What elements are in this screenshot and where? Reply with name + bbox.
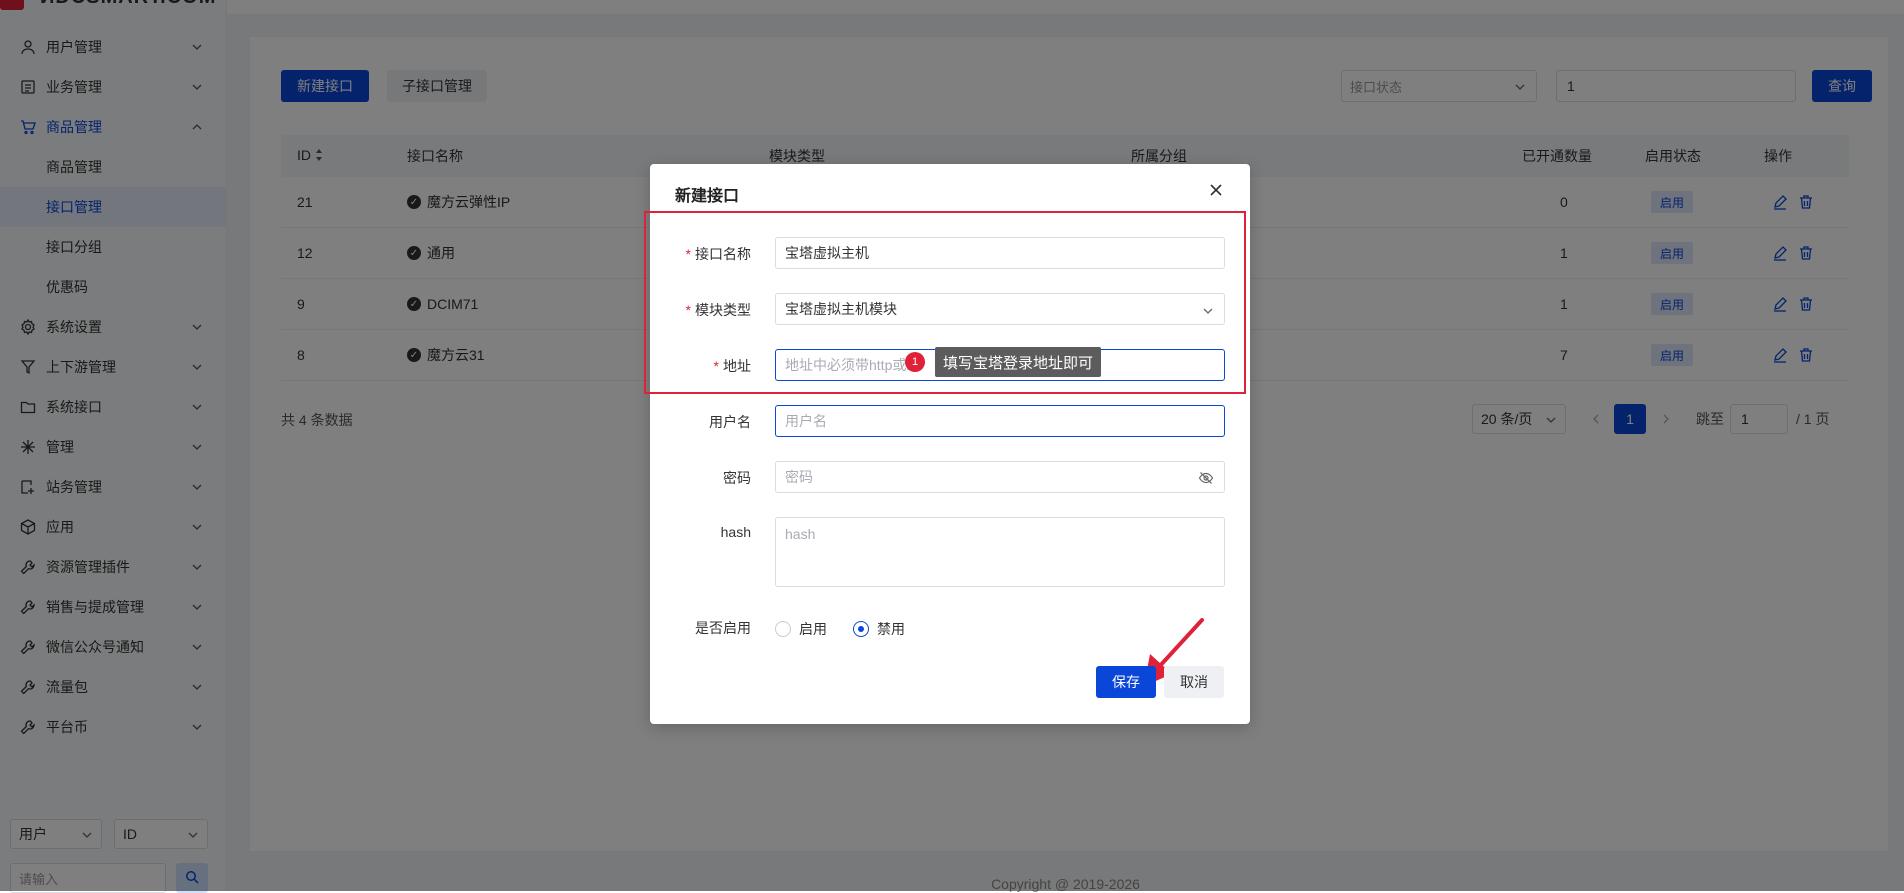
interface-name-value: 宝塔虚拟主机 (785, 245, 869, 261)
radio-enable[interactable]: 启用 (775, 619, 827, 639)
close-icon[interactable] (1208, 182, 1224, 198)
required-mark: * (685, 246, 691, 262)
required-mark: * (685, 302, 691, 318)
module-type-select[interactable]: 宝塔虚拟主机模块 (775, 293, 1225, 325)
dialog-title: 新建接口 (675, 188, 740, 205)
address-label-text: 地址 (723, 358, 751, 374)
address-placeholder: 地址中必须带http或h (785, 357, 915, 373)
chevron-down-icon (1202, 304, 1214, 316)
address-label: * 地址 (651, 356, 751, 376)
radio-dot (775, 621, 791, 637)
radio-disable[interactable]: 禁用 (853, 619, 905, 639)
module-type-value: 宝塔虚拟主机模块 (785, 301, 897, 317)
radio-dot (853, 621, 869, 637)
name-label-text: 接口名称 (695, 246, 751, 262)
password-label: 密码 (723, 470, 751, 486)
address-tooltip: 填写宝塔登录地址即可 (935, 347, 1102, 377)
radio-enable-label: 启用 (799, 621, 827, 637)
interface-name-input[interactable]: 宝塔虚拟主机 (775, 237, 1225, 269)
radio-disable-label: 禁用 (877, 621, 905, 637)
module-label: * 模块类型 (651, 300, 751, 320)
name-label: * 接口名称 (651, 244, 751, 264)
username-placeholder: 用户名 (785, 413, 827, 429)
password-placeholder: 密码 (785, 469, 813, 485)
hash-placeholder: hash (785, 526, 816, 542)
step-badge: 1 (905, 352, 925, 372)
hash-label: hash (720, 524, 751, 540)
module-label-text: 模块类型 (695, 302, 751, 318)
cancel-button[interactable]: 取消 (1164, 666, 1224, 698)
username-label: 用户名 (709, 414, 751, 430)
username-input[interactable]: 用户名 (775, 405, 1225, 437)
password-input[interactable]: 密码 (775, 461, 1225, 493)
eye-off-icon[interactable] (1198, 470, 1214, 486)
enable-label: 是否启用 (695, 620, 751, 636)
new-interface-dialog: 新建接口 * 接口名称 宝塔虚拟主机 * 模块类型 宝塔虚拟主机模块 * 地址 地址中… (644, 164, 1250, 724)
hash-textarea[interactable]: hash (775, 517, 1225, 587)
save-button[interactable]: 保存 (1096, 666, 1156, 698)
required-mark: * (713, 358, 719, 374)
